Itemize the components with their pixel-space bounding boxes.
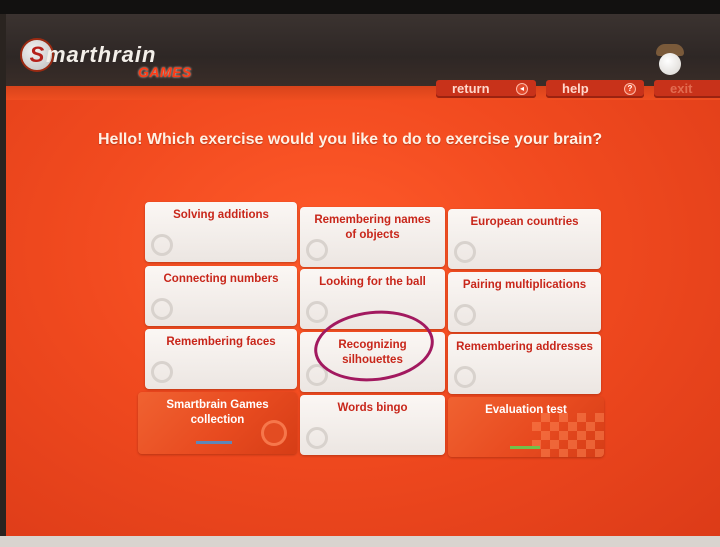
tile-label: Remembering addresses [456, 341, 593, 353]
exercise-tile-pairing-multiplications[interactable]: Pairing multiplications [448, 272, 601, 332]
exercise-tile-remembering-names[interactable]: Remembering names of objects [300, 207, 445, 267]
app-screen: S marthrain GAMES return ◂ help ? exit H… [6, 14, 720, 536]
exercise-tile-connecting-numbers[interactable]: Connecting numbers [145, 266, 297, 326]
tile-label: Remembering faces [166, 336, 276, 348]
exercise-tile-remembering-faces[interactable]: Remembering faces [145, 329, 297, 389]
smartbrain-collection-tile[interactable]: Smartbrain Games collection [138, 392, 297, 454]
tile-label: Words bingo [337, 402, 408, 414]
tile-label: Pairing multiplications [462, 279, 587, 291]
tile-accent-bar [196, 441, 232, 444]
tile-label: Remembering names of objects [314, 214, 431, 241]
tile-decoration [261, 420, 287, 446]
tile-decoration [151, 298, 173, 320]
exercise-tile-remembering-addresses[interactable]: Remembering addresses [448, 334, 601, 394]
tile-decoration [151, 234, 173, 256]
exercise-tile-words-bingo[interactable]: Words bingo [300, 395, 445, 455]
tile-decoration [532, 413, 604, 457]
exercise-tile-european-countries[interactable]: European countries [448, 209, 601, 269]
tile-label: Connecting numbers [163, 273, 279, 285]
tile-decoration [306, 239, 328, 261]
tile-accent-bar [510, 446, 540, 449]
tile-decoration [306, 301, 328, 323]
tile-decoration [306, 427, 328, 449]
tile-label: Looking for the ball [319, 276, 426, 288]
exercise-tile-solving-additions[interactable]: Solving additions [145, 202, 297, 262]
tile-decoration [151, 361, 173, 383]
tile-label: Solving additions [173, 209, 269, 221]
tile-decoration [454, 241, 476, 263]
tile-decoration [454, 304, 476, 326]
monitor-bezel-bottom [0, 536, 720, 547]
tile-decoration [454, 366, 476, 388]
monitor-bezel-top [0, 0, 720, 14]
exercise-grid: Solving additions Remembering names of o… [6, 14, 720, 536]
evaluation-test-tile[interactable]: Evaluation test [448, 397, 604, 457]
tile-label: European countries [470, 216, 579, 228]
